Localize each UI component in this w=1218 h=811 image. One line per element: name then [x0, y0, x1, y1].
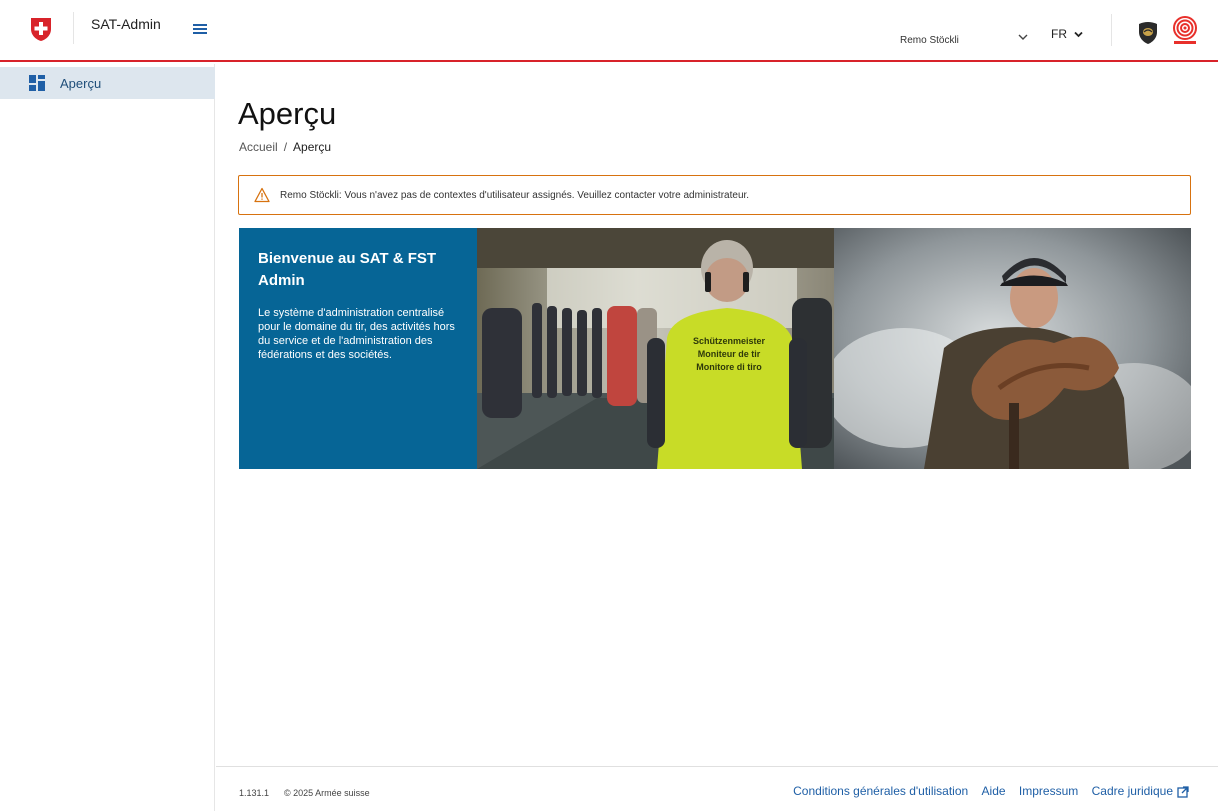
welcome-title: Bienvenue au SAT & FST Admin	[258, 250, 437, 289]
footer: 1.131.1 © 2025 Armée suisse Conditions g…	[216, 766, 1218, 811]
terms-link[interactable]: Conditions générales d'utilisation	[793, 784, 968, 798]
legal-framework-label: Cadre juridique	[1091, 784, 1173, 798]
language-selector[interactable]: FR	[1051, 27, 1084, 41]
vest-text-line-3: Monitore di tiro	[696, 362, 762, 372]
alert-message: Remo Stöckli: Vous n'avez pas de context…	[280, 190, 750, 201]
sidebar-item-label: Aperçu	[60, 75, 102, 91]
language-label: FR	[1051, 27, 1067, 41]
chevron-down-icon	[1074, 32, 1083, 38]
copyright: © 2025 Armée suisse	[284, 788, 370, 798]
breadcrumb-current: Aperçu	[293, 140, 332, 154]
user-name[interactable]: Remo Stöckli	[900, 35, 959, 46]
sidebar-item-apercu[interactable]: Aperçu	[0, 67, 215, 99]
sidebar: Aperçu	[0, 64, 215, 811]
breadcrumb: Accueil / Aperçu	[239, 140, 331, 154]
warning-triangle-icon	[254, 187, 270, 203]
vest-text-line-1: Schützenmeister	[693, 336, 766, 346]
app-header: SAT-Admin Remo Stöckli FR	[0, 0, 1218, 62]
dashboard-icon	[29, 75, 45, 91]
swiss-cross-logo[interactable]	[29, 16, 53, 42]
shooting-range-photo: Schützenmeister Moniteur de tir Monitore…	[477, 228, 834, 469]
welcome-description: Le système d'administration centralisé p…	[258, 307, 455, 361]
help-link[interactable]: Aide	[982, 784, 1006, 798]
warning-alert: Remo Stöckli: Vous n'avez pas de context…	[238, 175, 1191, 215]
hamburger-menu-icon[interactable]	[193, 24, 207, 36]
header-divider-right	[1111, 14, 1112, 46]
breadcrumb-home-link[interactable]: Accueil	[239, 140, 278, 154]
page-title: Aperçu	[238, 96, 337, 131]
vest-text-line-2: Moniteur de tir	[698, 349, 761, 359]
breadcrumb-separator: /	[283, 140, 288, 154]
app-version: 1.131.1	[239, 788, 270, 798]
welcome-banner: Bienvenue au SAT & FST Admin Le système …	[239, 228, 1191, 469]
federation-shield-logo	[1139, 22, 1157, 44]
app-title[interactable]: SAT-Admin	[91, 16, 161, 32]
user-menu-chevron-icon[interactable]	[1016, 30, 1030, 44]
legal-framework-link[interactable]: Cadre juridique	[1092, 784, 1189, 798]
impressum-link[interactable]: Impressum	[1019, 784, 1078, 798]
shooting-target-logo	[1173, 16, 1197, 44]
external-link-icon	[1177, 786, 1189, 798]
header-divider	[73, 12, 74, 44]
footer-links: Conditions générales d'utilisation Aide …	[783, 784, 1189, 798]
rider-with-saddle-photo	[834, 228, 1191, 469]
welcome-panel: Bienvenue au SAT & FST Admin Le système …	[239, 228, 477, 469]
